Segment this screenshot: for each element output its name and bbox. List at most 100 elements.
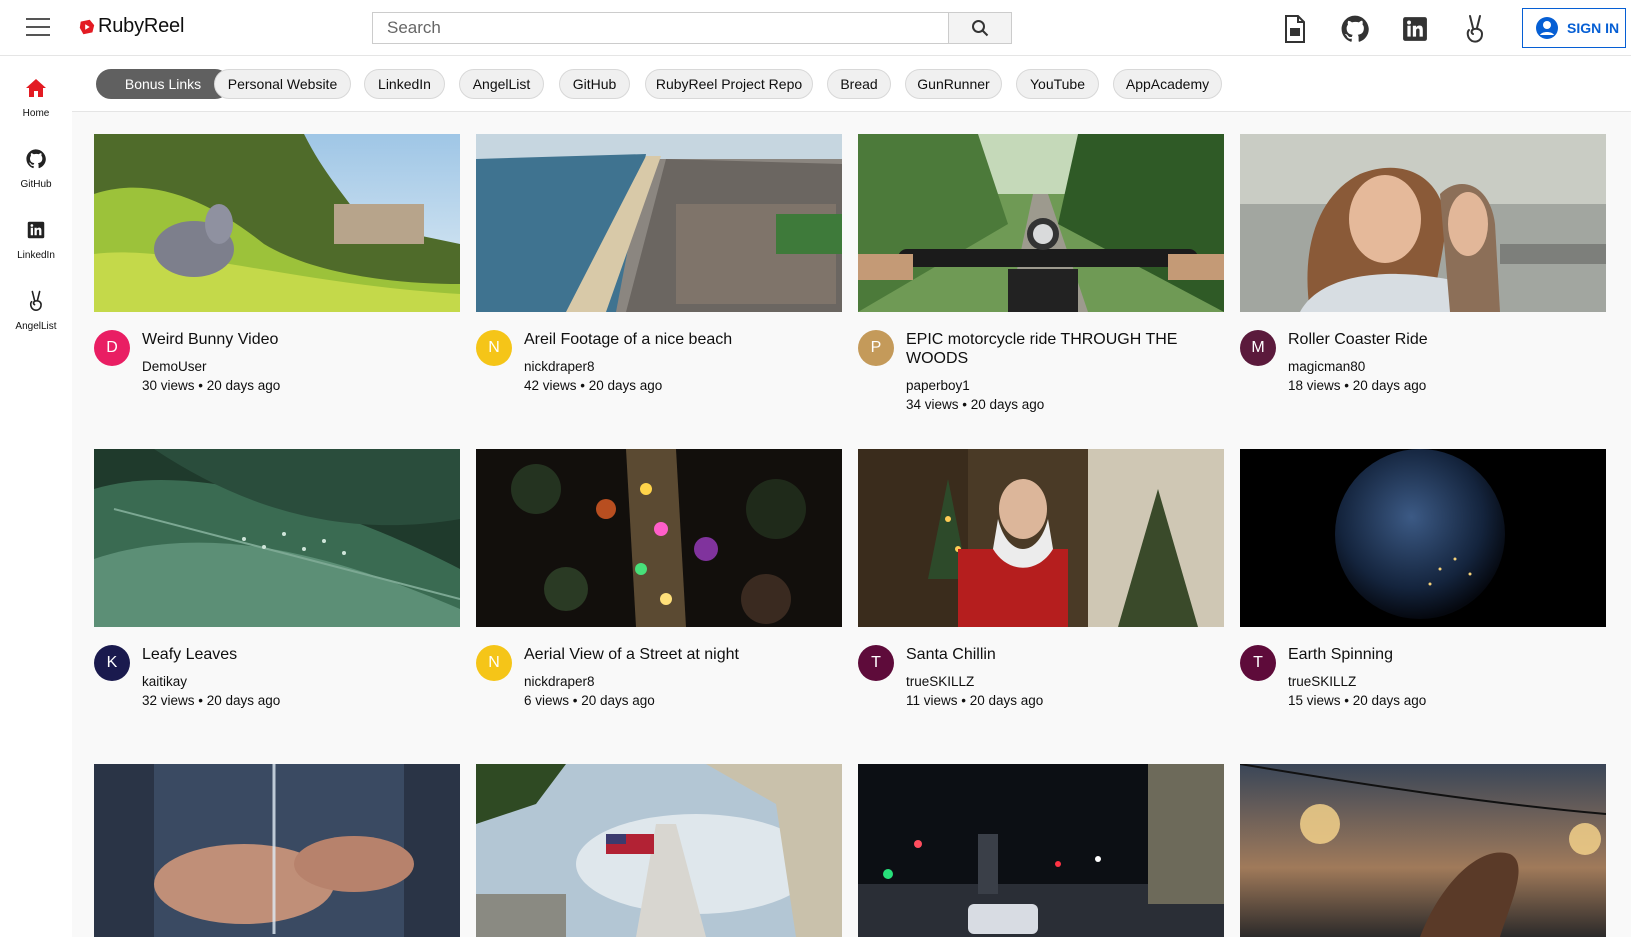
video-title[interactable]: Areil Footage of a nice beach [524,330,834,349]
sidebar-item-github[interactable]: GitHub [0,147,72,190]
hamburger-menu-icon[interactable] [26,18,50,38]
channel-avatar[interactable]: M [1240,330,1276,366]
chip-rubyreel-project-repo[interactable]: RubyReel Project Repo [645,69,813,99]
app-name: RubyReel [98,15,185,37]
video-thumbnail[interactable] [94,134,460,312]
chip-bread[interactable]: Bread [827,69,891,99]
chip-linkedin[interactable]: LinkedIn [364,69,445,99]
channel-avatar[interactable]: K [94,645,130,681]
rubyreel-logo-icon [79,19,95,34]
video-thumbnail[interactable] [1240,764,1606,937]
video-stats: 15 views • 20 days ago [1288,693,1427,708]
video-stats: 6 views • 20 days ago [524,693,655,708]
chip-gunrunner[interactable]: GunRunner [905,69,1002,99]
channel-avatar[interactable]: N [476,645,512,681]
video-title[interactable]: Weird Bunny Video [142,330,452,349]
video-card [1240,764,1606,937]
linkedin-icon [1403,17,1427,41]
video-card [94,764,460,937]
sidebar-item-label: AngelList [15,321,57,332]
chip-appacademy[interactable]: AppAcademy [1113,69,1222,99]
channel-name[interactable]: trueSKILLZ [906,672,974,691]
app-logo[interactable]: RubyReel [78,15,184,38]
video-card: K Leafy Leaves kaitikay 32 views • 20 da… [94,449,460,745]
chip-bonus-links[interactable]: Bonus Links [96,69,230,99]
sidebar-item-linkedin[interactable]: LinkedIn [0,218,72,261]
channel-name[interactable]: magicman80 [1288,357,1365,376]
chip-youtube[interactable]: YouTube [1016,69,1099,99]
linkedin-icon [27,221,45,239]
sidebar-item-home[interactable]: Home [0,76,72,119]
sidebar: Home GitHub LinkedIn AngelList [0,56,72,937]
channel-name[interactable]: kaitikay [142,672,187,691]
header-links [1280,14,1490,44]
channel-name[interactable]: nickdraper8 [524,357,595,376]
video-card [476,764,842,937]
video-title[interactable]: EPIC motorcycle ride THROUGH THE WOODS [906,330,1216,368]
video-stats: 42 views • 20 days ago [524,378,663,393]
angellist-icon [1466,15,1484,43]
sidebar-item-angellist[interactable]: AngelList [0,289,72,332]
channel-avatar[interactable]: T [1240,645,1276,681]
chip-angellist[interactable]: AngelList [459,69,544,99]
video-card: M Roller Coaster Ride magicman80 18 view… [1240,134,1606,430]
channel-name[interactable]: nickdraper8 [524,672,595,691]
angellist-icon [29,290,42,311]
video-stats: 18 views • 20 days ago [1288,378,1427,393]
video-card: T Earth Spinning trueSKILLZ 15 views • 2… [1240,449,1606,745]
video-thumbnail[interactable] [858,449,1224,627]
sign-in-button[interactable]: SIGN IN [1522,8,1626,48]
channel-name[interactable]: trueSKILLZ [1288,672,1356,691]
video-thumbnail[interactable] [476,764,842,937]
github-icon [1341,15,1369,42]
channel-name[interactable]: paperboy1 [906,376,970,395]
video-thumbnail[interactable] [94,449,460,627]
video-card: N Aerial View of a Street at night nickd… [476,449,842,745]
github-link[interactable] [1340,14,1370,44]
top-bar: RubyReel Search SIGN IN [0,0,1631,56]
home-icon [26,79,46,97]
video-thumbnail[interactable] [858,764,1224,937]
video-card: P EPIC motorcycle ride THROUGH THE WOODS… [858,134,1224,430]
video-stats: 30 views • 20 days ago [142,378,281,393]
sidebar-item-label: LinkedIn [17,250,55,261]
video-title[interactable]: Santa Chillin [906,645,1216,664]
video-stats: 32 views • 20 days ago [142,693,281,708]
video-thumbnail[interactable] [476,134,842,312]
resume-link[interactable] [1280,14,1310,44]
video-thumbnail[interactable] [94,764,460,937]
chip-bar: Bonus Links Personal Website LinkedIn An… [72,56,1631,112]
search-bar [372,12,1012,44]
sign-in-label: SIGN IN [1567,20,1620,36]
search-input[interactable] [372,12,948,44]
chip-github[interactable]: GitHub [559,69,630,99]
sidebar-item-label: GitHub [20,179,52,190]
video-stats: 11 views • 20 days ago [906,693,1044,708]
chip-personal-website[interactable]: Personal Website [214,69,351,99]
linkedin-link[interactable] [1400,14,1430,44]
video-card: T Santa Chillin trueSKILLZ 11 views • 20… [858,449,1224,745]
sidebar-item-label: Home [22,108,50,119]
search-icon [972,20,989,37]
video-title[interactable]: Earth Spinning [1288,645,1598,664]
channel-avatar[interactable]: T [858,645,894,681]
channel-avatar[interactable]: P [858,330,894,366]
video-thumbnail[interactable] [1240,449,1606,627]
video-title[interactable]: Leafy Leaves [142,645,452,664]
video-title[interactable]: Aerial View of a Street at night [524,645,834,664]
channel-avatar[interactable]: N [476,330,512,366]
channel-avatar[interactable]: D [94,330,130,366]
video-stats: 34 views • 20 days ago [906,397,1045,412]
github-icon [26,149,46,169]
video-thumbnail[interactable] [858,134,1224,312]
video-thumbnail[interactable] [476,449,842,627]
video-card: D Weird Bunny Video DemoUser 30 views • … [94,134,460,430]
video-card: N Areil Footage of a nice beach nickdrap… [476,134,842,430]
video-thumbnail[interactable] [1240,134,1606,312]
search-button[interactable] [948,12,1012,44]
video-card [858,764,1224,937]
angellist-link[interactable] [1460,14,1490,44]
channel-name[interactable]: DemoUser [142,357,207,376]
video-title[interactable]: Roller Coaster Ride [1288,330,1598,349]
resume-icon [1285,15,1305,43]
